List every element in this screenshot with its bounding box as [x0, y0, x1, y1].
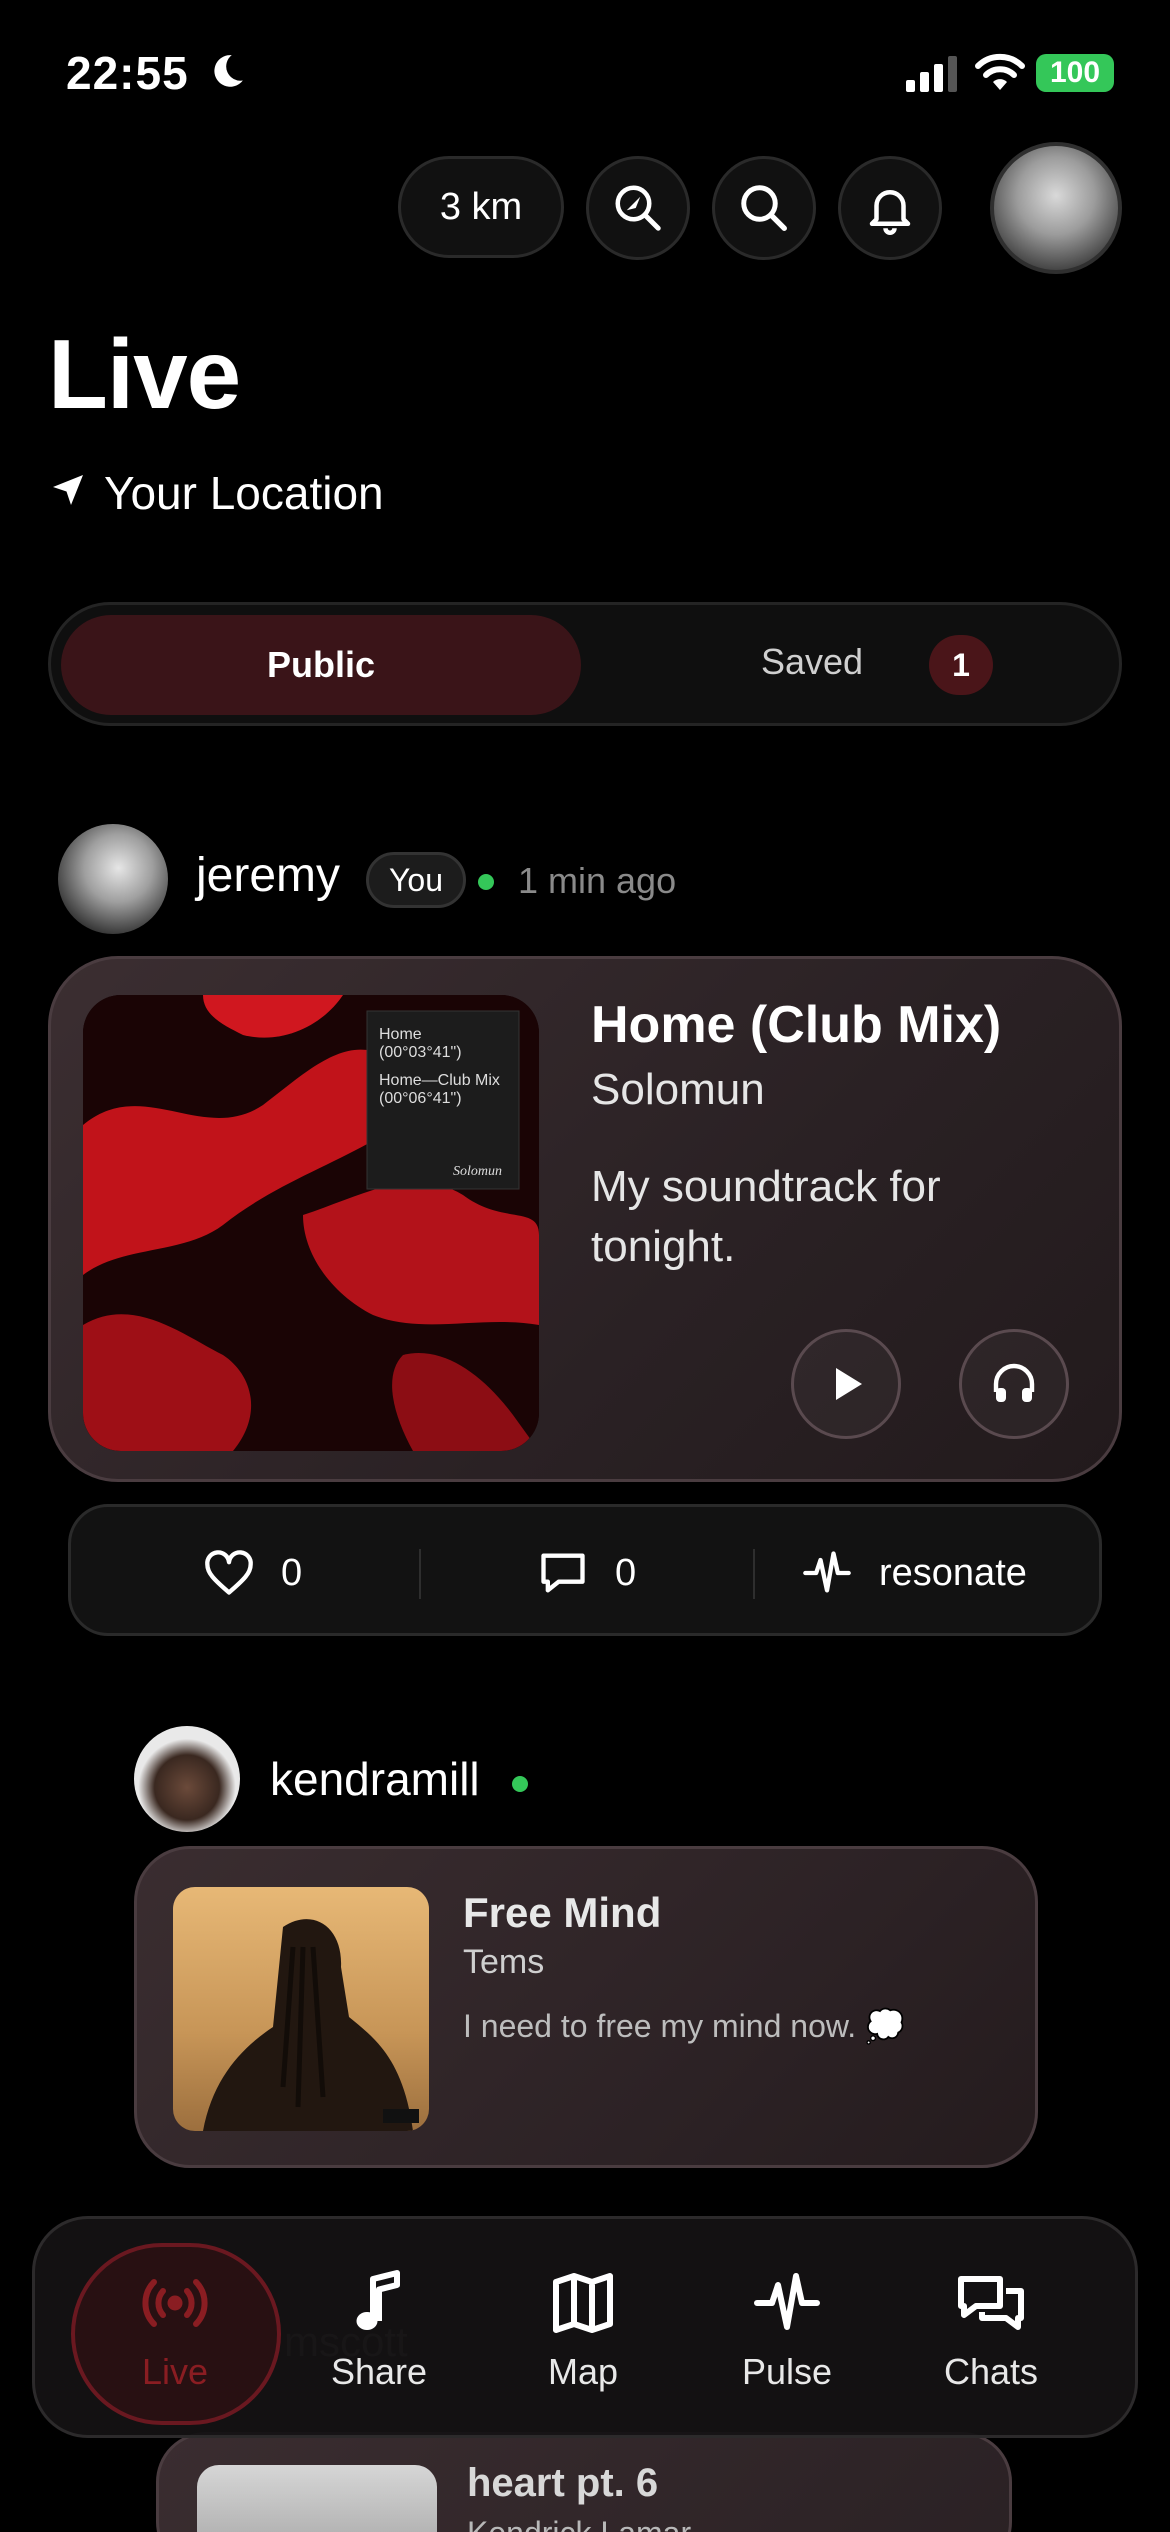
feed-segment-control: Public Saved 1 — [48, 602, 1122, 726]
bell-icon — [869, 190, 911, 235]
location-label[interactable]: Your Location — [104, 466, 384, 520]
post-actions: 0 0 resonate — [68, 1504, 1102, 1636]
like-count: 0 — [281, 1551, 303, 1594]
song-card[interactable]: heart pt. 6 Kendrick Lamar — [156, 2432, 1012, 2532]
album-art-graphic — [203, 1919, 419, 2131]
status-time: 22:55 — [66, 47, 189, 99]
play-button[interactable] — [791, 1329, 901, 1439]
page-title: Live — [48, 319, 241, 429]
comment-count: 0 — [615, 1551, 637, 1594]
song-title: Free Mind — [463, 1889, 662, 1936]
post-avatar[interactable] — [58, 824, 168, 934]
location-search-icon — [615, 185, 661, 231]
album-art — [197, 2465, 437, 2532]
post-time: 1 min ago — [518, 860, 677, 901]
post-username[interactable]: kendramill — [270, 1752, 480, 1806]
svg-text:Home—Club Mix: Home—Club Mix — [379, 1072, 500, 1089]
map-icon — [553, 2273, 613, 2333]
wifi-icon — [975, 53, 1025, 90]
like-button[interactable]: 0 — [203, 1507, 302, 1639]
song-card[interactable]: Free Mind Tems I need to free my mind no… — [134, 1846, 1038, 2168]
album-art — [173, 1887, 429, 2131]
song-card[interactable]: Home (00°03°41") Home—Club Mix (00°06°41… — [48, 956, 1122, 1482]
play-icon — [836, 1368, 862, 1400]
tab-public[interactable]: Public — [61, 615, 581, 715]
music-note-icon — [356, 2270, 400, 2330]
online-indicator — [512, 1776, 528, 1792]
pulse-icon — [803, 1551, 851, 1593]
post-note: My soundtrack for tonight. — [591, 1162, 941, 1271]
battery-nub — [1108, 66, 1114, 80]
tab-label: Map — [547, 2351, 619, 2392]
svg-text:(00°03°41"): (00°03°41") — [379, 1044, 462, 1061]
distance-filter-button[interactable]: 3 km — [398, 156, 564, 258]
divider — [419, 1549, 421, 1599]
tab-map[interactable]: Map — [483, 2219, 683, 2441]
tab-label: Chats — [943, 2351, 1039, 2392]
search-button[interactable] — [712, 156, 816, 260]
pulse-icon — [754, 2273, 820, 2330]
tab-saved[interactable]: Saved — [761, 641, 863, 683]
signal-icon — [906, 56, 957, 92]
profile-avatar[interactable] — [990, 142, 1122, 274]
resonate-label: resonate — [879, 1551, 1027, 1594]
saved-count-badge: 1 — [929, 635, 993, 695]
listen-button[interactable] — [959, 1329, 1069, 1439]
divider — [753, 1549, 755, 1599]
song-title: heart pt. 6 — [467, 2461, 659, 2505]
bottom-tab-bar: Live Share Map Pulse Chats — [32, 2216, 1138, 2438]
moon-icon — [214, 55, 243, 87]
you-badge: You — [366, 852, 466, 908]
online-indicator — [478, 874, 494, 890]
svg-text:(00°06°41"): (00°06°41") — [379, 1090, 462, 1107]
notifications-button[interactable] — [838, 156, 942, 260]
tab-chats[interactable]: Chats — [891, 2219, 1091, 2441]
chat-bubbles-icon — [958, 2276, 1024, 2330]
album-art-graphic: Home (00°03°41") Home—Club Mix (00°06°41… — [83, 995, 539, 1451]
heart-icon — [205, 1550, 253, 1595]
post-note: I need to free my mind now. 💭 — [463, 2008, 905, 2044]
comment-icon — [541, 1553, 585, 1593]
tab-share[interactable]: Share — [279, 2219, 479, 2441]
location-arrow-icon — [53, 475, 83, 505]
tab-label: Pulse — [741, 2351, 833, 2392]
song-artist: Kendrick Lamar — [467, 2515, 691, 2532]
song-artist: Tems — [463, 1943, 545, 1981]
song-artist: Solomun — [591, 1065, 765, 1114]
tab-label: Live — [141, 2351, 209, 2392]
svg-text:Solomun: Solomun — [453, 1164, 502, 1179]
tab-pulse[interactable]: Pulse — [687, 2219, 887, 2441]
tab-live[interactable]: Live — [75, 2219, 275, 2441]
svg-text:Home: Home — [379, 1026, 422, 1043]
comment-button[interactable]: 0 — [537, 1507, 636, 1639]
battery-indicator: 100 — [1036, 54, 1114, 92]
explore-search-button[interactable] — [586, 156, 690, 260]
song-title: Home (Club Mix) — [591, 996, 1002, 1054]
album-art: Home (00°03°41") Home—Club Mix (00°06°41… — [83, 995, 539, 1451]
tab-label: Share — [330, 2351, 428, 2392]
post-username[interactable]: jeremy — [196, 848, 340, 903]
search-icon — [741, 185, 787, 231]
headphones-icon — [993, 1363, 1035, 1402]
resonate-button[interactable]: resonate — [801, 1507, 1027, 1639]
broadcast-icon — [142, 2279, 208, 2327]
post-avatar[interactable] — [134, 1726, 240, 1832]
